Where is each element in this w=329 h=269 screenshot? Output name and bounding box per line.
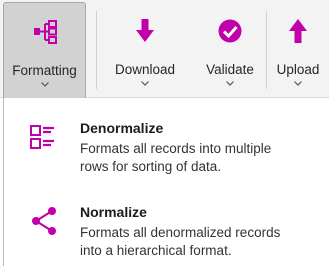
chevron-down-icon bbox=[107, 81, 183, 86]
menu-item-denormalize[interactable]: Denormalize Formats all records into mul… bbox=[4, 108, 324, 186]
download-label: Download bbox=[114, 62, 176, 77]
download-arrow-icon bbox=[107, 16, 183, 46]
menu-item-title: Denormalize bbox=[80, 120, 164, 136]
formatting-dropdown-menu: Denormalize Formats all records into mul… bbox=[3, 98, 324, 266]
validate-label: Validate bbox=[206, 62, 254, 77]
menu-item-description-line: rows for sorting of data. bbox=[80, 159, 222, 174]
menu-item-description-line: Formats all records into multiple bbox=[80, 141, 272, 156]
validate-button[interactable]: Validate bbox=[194, 2, 266, 97]
download-button[interactable]: Download bbox=[107, 2, 183, 97]
formatting-button[interactable]: Formatting bbox=[3, 2, 86, 99]
chevron-down-icon bbox=[194, 81, 266, 86]
chevron-down-icon bbox=[267, 81, 329, 86]
check-circle-icon bbox=[194, 16, 266, 46]
upload-label: Upload bbox=[276, 62, 320, 77]
upload-button[interactable]: Upload bbox=[267, 2, 329, 97]
normalize-share-icon bbox=[30, 206, 60, 236]
menu-item-description: Formats all denormalized records into a … bbox=[80, 224, 310, 260]
ribbon-toolbar: Formatting Download Validate Upload bbox=[0, 0, 329, 99]
menu-item-normalize[interactable]: Normalize Formats all denormalized recor… bbox=[4, 191, 324, 269]
menu-item-title: Normalize bbox=[80, 204, 147, 220]
formatting-label: Formatting bbox=[12, 63, 77, 78]
menu-item-description-line: Formats all denormalized records bbox=[80, 225, 281, 240]
hierarchy-icon bbox=[4, 17, 85, 47]
menu-item-description-line: into a hierarchical format. bbox=[80, 243, 232, 258]
upload-arrow-icon bbox=[267, 16, 329, 46]
denormalize-icon bbox=[30, 123, 60, 153]
menu-item-description: Formats all records into multiple rows f… bbox=[80, 140, 310, 176]
chevron-down-icon bbox=[4, 82, 85, 87]
toolbar-separator bbox=[96, 11, 97, 89]
